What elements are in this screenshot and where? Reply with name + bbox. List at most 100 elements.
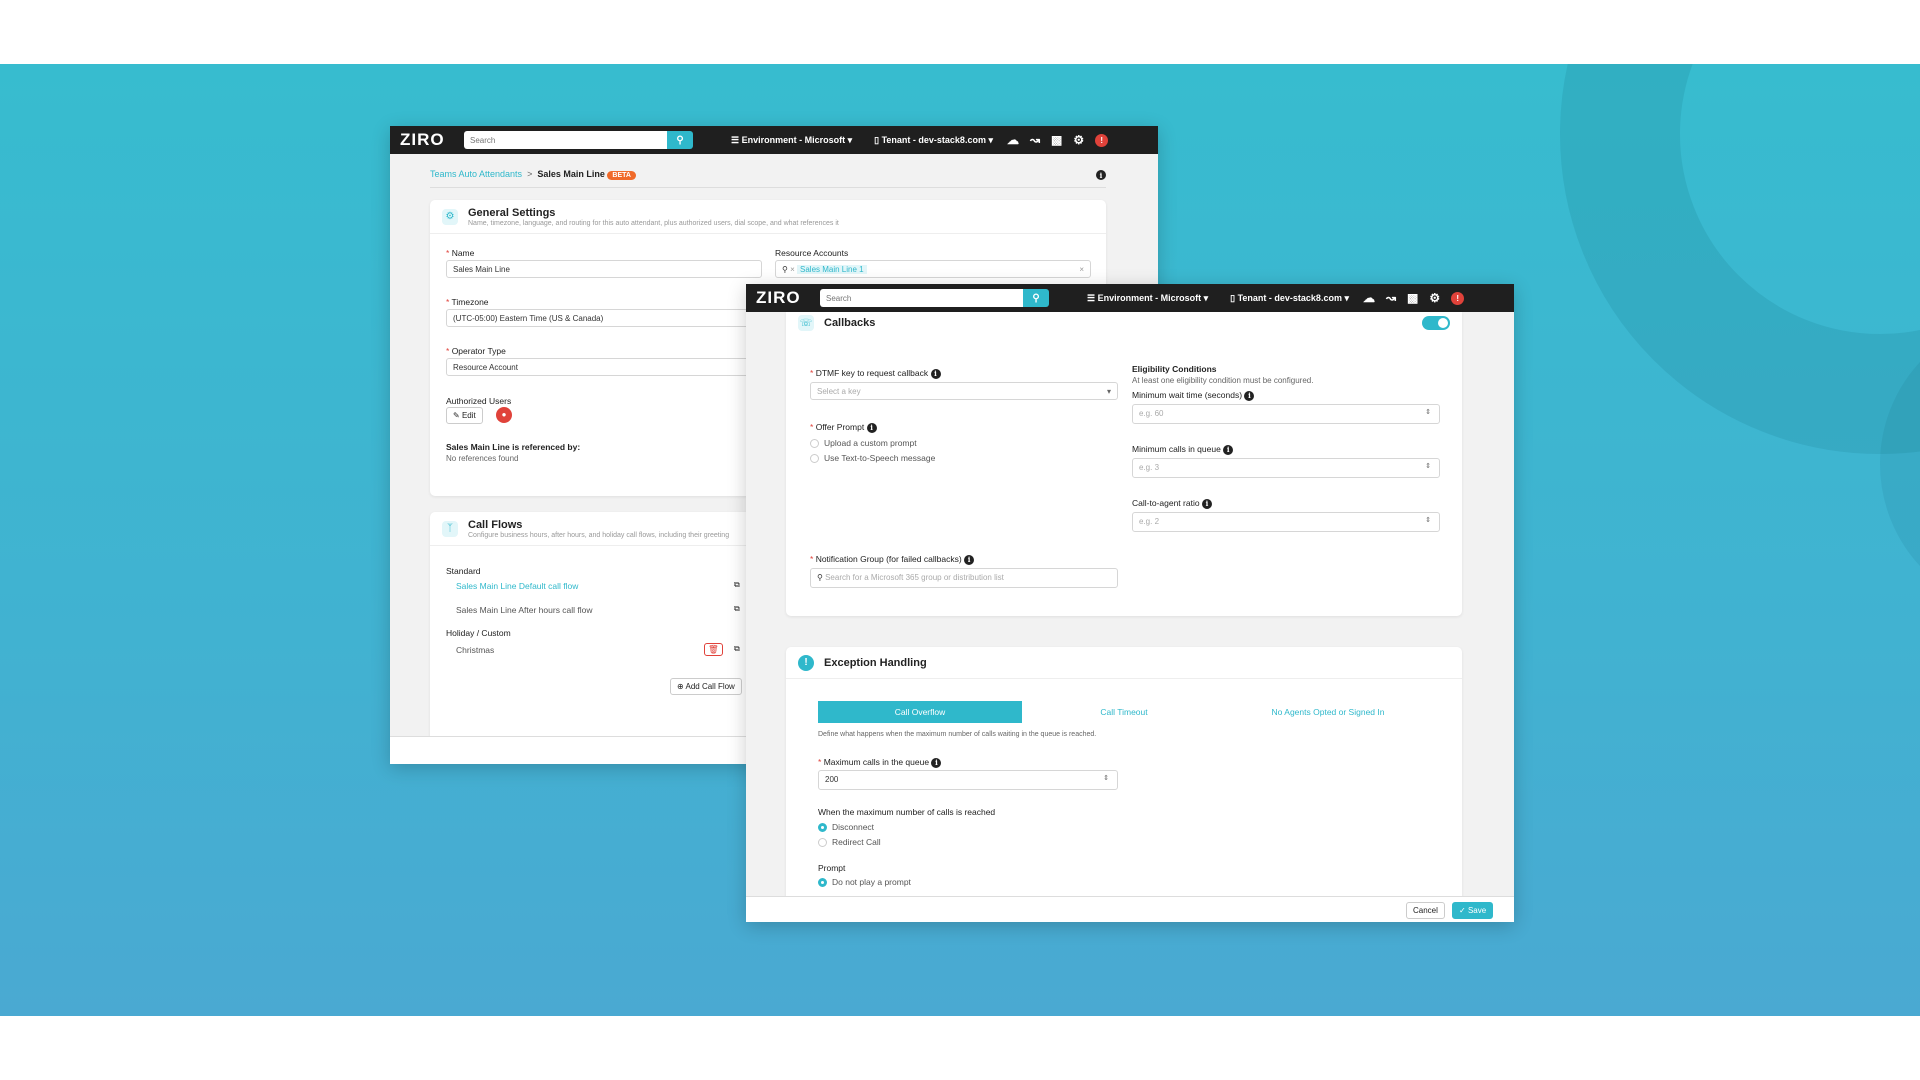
- referenced-by-label: Sales Main Line is referenced by:: [446, 442, 581, 452]
- call-flow-link[interactable]: Sales Main Line Default call flow: [456, 581, 578, 591]
- gear-icon: ⚙: [442, 208, 458, 225]
- card-subtitle: Name, timezone, language, and routing fo…: [468, 219, 839, 227]
- ziro-logo: ZIRO: [400, 130, 445, 149]
- prompt-label: Prompt: [818, 863, 846, 873]
- operator-type-select[interactable]: Resource Account: [446, 358, 762, 376]
- callbacks-card: ☏ Callbacks * DTMF key to request callba…: [786, 312, 1462, 616]
- add-call-flow-button[interactable]: ⊕ Add Call Flow: [670, 678, 742, 695]
- gear-icon[interactable]: ⚙: [1073, 133, 1084, 147]
- timezone-label: * Timezone: [446, 297, 489, 307]
- phone-icon: ☏: [798, 315, 814, 331]
- resource-accounts-label: Resource Accounts: [775, 248, 849, 258]
- tab-no-agents[interactable]: No Agents Opted or Signed In: [1226, 701, 1430, 723]
- ratio-input[interactable]: e.g. 2 ⇕: [1132, 512, 1440, 532]
- info-icon: i: [1223, 444, 1234, 455]
- search-icon[interactable]: ⚲: [1023, 289, 1049, 307]
- eligibility-subtitle: At least one eligibility condition must …: [1132, 376, 1314, 385]
- tab-call-timeout[interactable]: Call Timeout: [1022, 701, 1226, 723]
- disconnect-radio[interactable]: Disconnect: [818, 822, 874, 833]
- redirect-radio[interactable]: Redirect Call: [818, 837, 881, 848]
- copy-icon[interactable]: ⧉: [734, 580, 740, 590]
- copy-icon[interactable]: ⧉: [734, 604, 740, 614]
- timezone-select[interactable]: (UTC-05:00) Eastern Time (US & Canada): [446, 309, 762, 327]
- card-title: Callbacks: [824, 317, 876, 329]
- search-icon: ⚲: [782, 265, 788, 274]
- edit-users-button[interactable]: ✎ Edit: [446, 407, 483, 424]
- info-icon[interactable]: i: [1096, 170, 1106, 180]
- offer-prompt-label: * Offer Prompt i: [810, 422, 877, 433]
- min-wait-input[interactable]: e.g. 60 ⇕: [1132, 404, 1440, 424]
- search-icon[interactable]: ⚲: [667, 131, 693, 149]
- card-header: ⚙ General Settings Name, timezone, langu…: [430, 200, 1106, 234]
- notification-group-label: * Notification Group (for failed callbac…: [810, 554, 975, 565]
- tab-call-overflow[interactable]: Call Overflow: [818, 701, 1022, 723]
- info-icon: i: [930, 368, 941, 379]
- exception-handling-card: ! Exception Handling Call Overflow Call …: [786, 647, 1462, 907]
- notification-group-search[interactable]: ⚲ Search for a Microsoft 365 group or di…: [810, 568, 1118, 588]
- robot-icon[interactable]: ▩: [1051, 133, 1062, 147]
- top-navbar: ZIRO ⚲ ☰ Environment - Microsoft ▾ ▯ Ten…: [746, 284, 1514, 312]
- nav-icons: ☁ ↝ ▩ ⚙ !: [1007, 133, 1109, 147]
- upload-prompt-radio[interactable]: Upload a custom prompt: [810, 438, 917, 449]
- max-calls-input[interactable]: 200 ⇕: [818, 770, 1118, 790]
- clear-icon[interactable]: ×: [1079, 265, 1084, 274]
- search-input[interactable]: [820, 289, 1023, 307]
- authorized-users-label: Authorized Users: [446, 396, 512, 406]
- tenant-label: Tenant - dev-stack8.com: [1237, 292, 1342, 303]
- avatar[interactable]: ●: [496, 407, 512, 423]
- environment-dropdown[interactable]: ☰ Environment - Microsoft ▾: [1087, 293, 1208, 304]
- info-icon: i: [866, 422, 877, 433]
- page-title: Sales Main Line: [537, 169, 605, 179]
- overflow-description: Define what happens when the maximum num…: [818, 731, 1097, 738]
- card-title: General Settings: [468, 206, 556, 219]
- min-calls-label: Minimum calls in queue i: [1132, 444, 1234, 455]
- save-button[interactable]: ✓ Save: [1452, 902, 1494, 919]
- notification-icon[interactable]: !: [1451, 291, 1465, 305]
- holiday-flow-item[interactable]: Christmas: [456, 645, 494, 655]
- cancel-button[interactable]: Cancel: [1406, 902, 1445, 919]
- max-calls-label: * Maximum calls in the queue i: [818, 757, 942, 768]
- copy-icon[interactable]: ⧉: [734, 644, 740, 654]
- min-calls-input[interactable]: e.g. 3 ⇕: [1132, 458, 1440, 478]
- resource-chip[interactable]: Sales Main Line 1: [797, 265, 867, 274]
- name-label: * Name: [446, 248, 475, 258]
- ziro-logo: ZIRO: [756, 288, 801, 307]
- footer-bar: Cancel ✓ Save: [746, 896, 1514, 922]
- gear-icon[interactable]: ⚙: [1429, 291, 1440, 305]
- beta-badge: BETA: [607, 171, 636, 180]
- nav-icons: ☁ ↝ ▩ ⚙ !: [1363, 291, 1465, 305]
- divider: [430, 187, 1106, 188]
- name-field[interactable]: Sales Main Line: [446, 260, 762, 278]
- callbacks-toggle[interactable]: [1422, 316, 1450, 330]
- tenant-dropdown[interactable]: ▯ Tenant - dev-stack8.com ▾: [874, 135, 993, 146]
- card-subtitle: Configure business hours, after hours, a…: [468, 531, 730, 539]
- call-queue-window: ZIRO ⚲ ☰ Environment - Microsoft ▾ ▯ Ten…: [746, 284, 1514, 922]
- eligibility-title: Eligibility Conditions: [1132, 364, 1217, 374]
- call-flow-link[interactable]: Sales Main Line After hours call flow: [456, 605, 593, 615]
- operator-type-label: * Operator Type: [446, 346, 506, 356]
- cloud-icon[interactable]: ☁: [1007, 133, 1019, 147]
- delete-icon[interactable]: 🗑: [704, 643, 723, 656]
- resource-accounts-field[interactable]: ⚲ × Sales Main Line 1 ×: [775, 260, 1091, 278]
- tts-prompt-radio[interactable]: Use Text-to-Speech message: [810, 453, 935, 464]
- decorative-ring: [1560, 64, 1920, 454]
- breadcrumb-separator: >: [527, 169, 533, 179]
- ratio-label: Call-to-agent ratio i: [1132, 498, 1212, 509]
- no-prompt-radio[interactable]: Do not play a prompt: [818, 877, 911, 888]
- standard-label: Standard: [446, 566, 481, 576]
- when-max-label: When the maximum number of calls is reac…: [818, 807, 996, 817]
- holiday-label: Holiday / Custom: [446, 628, 511, 638]
- robot-icon[interactable]: ▩: [1407, 291, 1418, 305]
- breadcrumb-parent-link[interactable]: Teams Auto Attendants: [430, 169, 522, 179]
- tenant-dropdown[interactable]: ▯ Tenant - dev-stack8.com ▾: [1230, 293, 1349, 304]
- cloud-icon[interactable]: ☁: [1363, 291, 1375, 305]
- info-icon: i: [931, 757, 942, 768]
- chart-icon[interactable]: ↝: [1386, 291, 1396, 305]
- environment-dropdown[interactable]: ☰ Environment - Microsoft ▾: [731, 135, 852, 146]
- tenant-label: Tenant - dev-stack8.com: [881, 134, 986, 145]
- notification-icon[interactable]: !: [1095, 133, 1109, 147]
- search-input[interactable]: [464, 131, 667, 149]
- card-title: Call Flows: [468, 518, 523, 531]
- dtmf-key-select[interactable]: Select a key ▾: [810, 382, 1118, 400]
- chart-icon[interactable]: ↝: [1030, 133, 1040, 147]
